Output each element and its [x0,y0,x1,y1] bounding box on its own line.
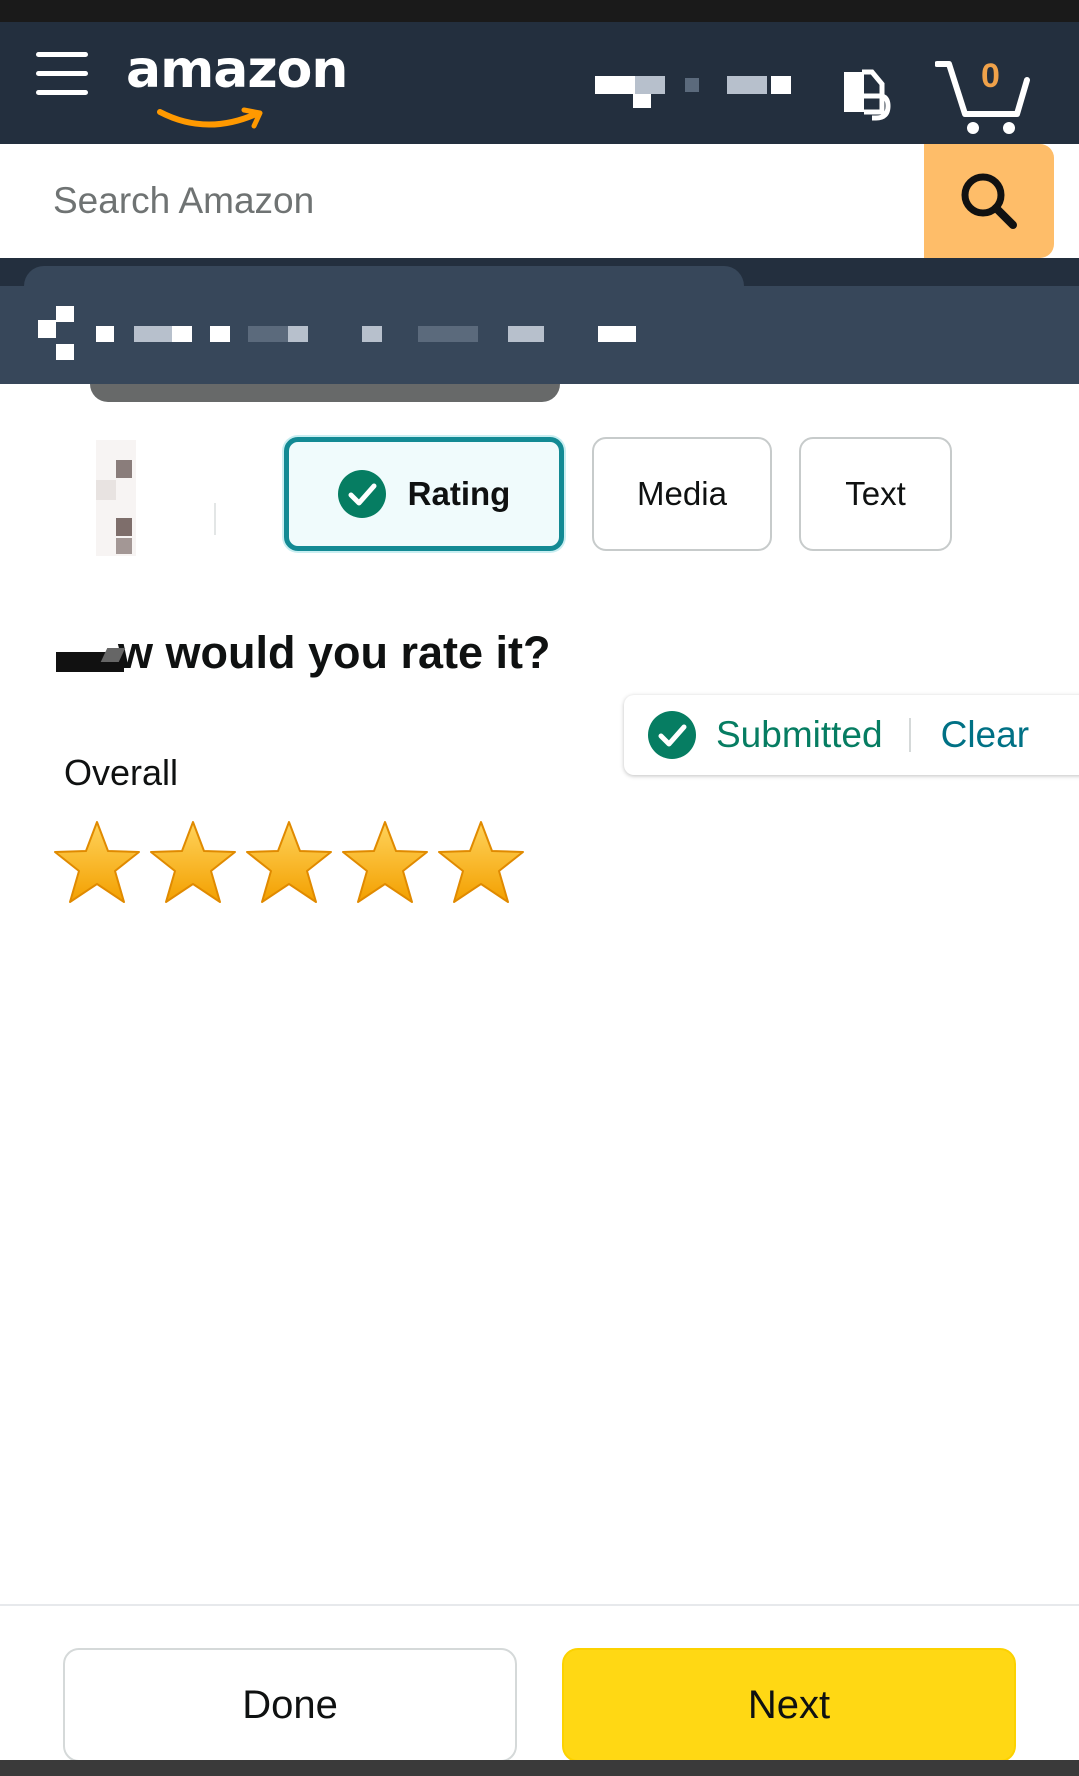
review-page [0,384,1079,1604]
device-home-strip [0,1760,1079,1776]
bottom-action-bar: Done Next [0,1604,1079,1762]
done-button[interactable]: Done [63,1648,517,1762]
logo-wordmark: amazon [126,40,348,100]
next-button[interactable]: Next [562,1648,1016,1762]
star-filled-icon[interactable] [244,818,334,908]
tab-rating-label: Rating [407,475,511,512]
check-circle-icon [337,470,386,518]
search-input[interactable] [26,144,924,258]
clear-rating-link[interactable]: Clear [941,714,1029,756]
status-separator [908,718,911,752]
search-button[interactable] [924,144,1054,258]
account-greeting-redacted[interactable] [595,76,810,120]
top-navigation-bar: amazon 0 [0,22,1079,144]
product-thumbnail [96,440,140,556]
cart-count-badge: 0 [981,57,1000,95]
tab-text-label: Text [845,475,906,512]
star-filled-icon[interactable] [436,818,526,908]
hamburger-menu-icon[interactable] [36,50,88,100]
magnifier-icon [961,173,1017,229]
logo-smile-arrow-icon [157,107,263,129]
delivery-address-redacted [38,306,678,366]
tab-media[interactable]: Media [592,437,772,551]
device-status-strip [0,0,1079,22]
star-filled-icon[interactable] [148,818,238,908]
search-bar [26,144,1054,258]
amazon-logo[interactable]: amazon [126,40,348,129]
rating-status-pill: Submitted Clear [624,695,1079,775]
image-artifact [90,384,560,402]
tab-media-label: Media [637,475,727,512]
cart-button[interactable]: 0 [934,57,1031,138]
star-filled-icon[interactable] [52,818,142,908]
star-rating [52,818,532,908]
thumbnail-divider [214,503,216,535]
tab-text[interactable]: Text [799,437,952,551]
check-circle-icon [648,711,696,759]
subheader-curve [24,266,744,286]
status-submitted-text: Submitted [716,714,883,755]
overall-label: Overall [64,752,179,793]
returns-orders-icon[interactable] [842,66,892,130]
star-filled-icon[interactable] [340,818,430,908]
rating-question: w would you rate it? [118,627,551,678]
tab-rating[interactable]: Rating [284,437,564,551]
